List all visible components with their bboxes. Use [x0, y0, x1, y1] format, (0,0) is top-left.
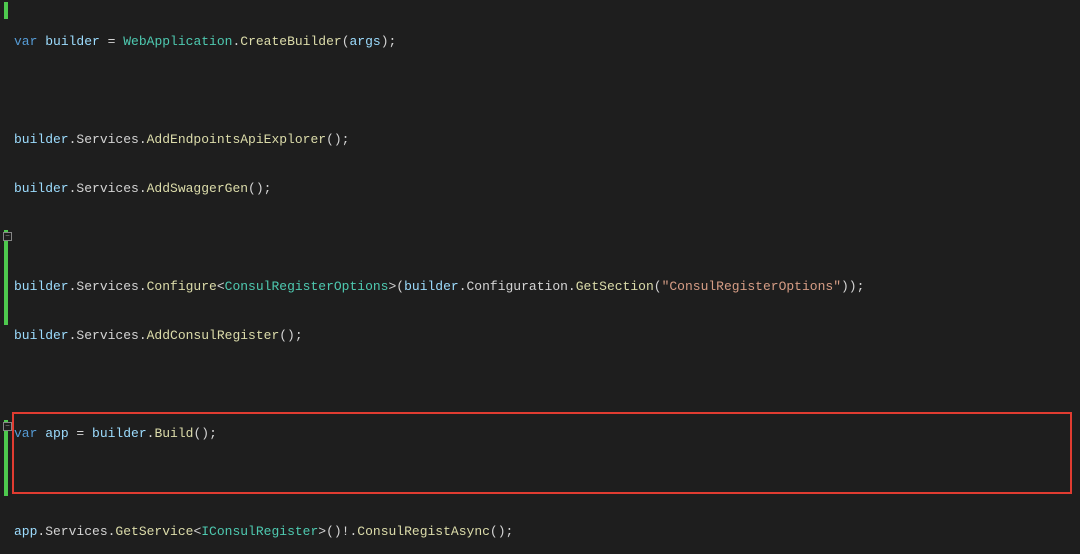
change-marker — [4, 420, 8, 496]
code-editor[interactable]: − − var builder = WebApplication.CreateB… — [0, 0, 1080, 554]
code-line[interactable]: var builder = WebApplication.CreateBuild… — [14, 32, 1065, 51]
code-line[interactable]: builder.Services.AddConsulRegister(); — [14, 326, 1065, 345]
change-marker — [4, 230, 8, 325]
code-line[interactable] — [14, 81, 1065, 100]
code-line[interactable]: builder.Services.AddEndpointsApiExplorer… — [14, 130, 1065, 149]
fold-toggle-icon[interactable]: − — [3, 422, 12, 431]
editor-gutter: − − — [0, 0, 14, 554]
code-line[interactable] — [14, 228, 1065, 247]
code-line[interactable]: var app = builder.Build(); — [14, 424, 1065, 443]
code-line[interactable] — [14, 375, 1065, 394]
code-line[interactable]: app.Services.GetService<IConsulRegister>… — [14, 522, 1065, 541]
code-line[interactable]: builder.Services.AddSwaggerGen(); — [14, 179, 1065, 198]
code-area[interactable]: var builder = WebApplication.CreateBuild… — [14, 2, 1065, 554]
fold-toggle-icon[interactable]: − — [3, 232, 12, 241]
change-marker — [4, 2, 8, 19]
code-line[interactable] — [14, 473, 1065, 492]
code-line[interactable]: builder.Services.Configure<ConsulRegiste… — [14, 277, 1065, 296]
